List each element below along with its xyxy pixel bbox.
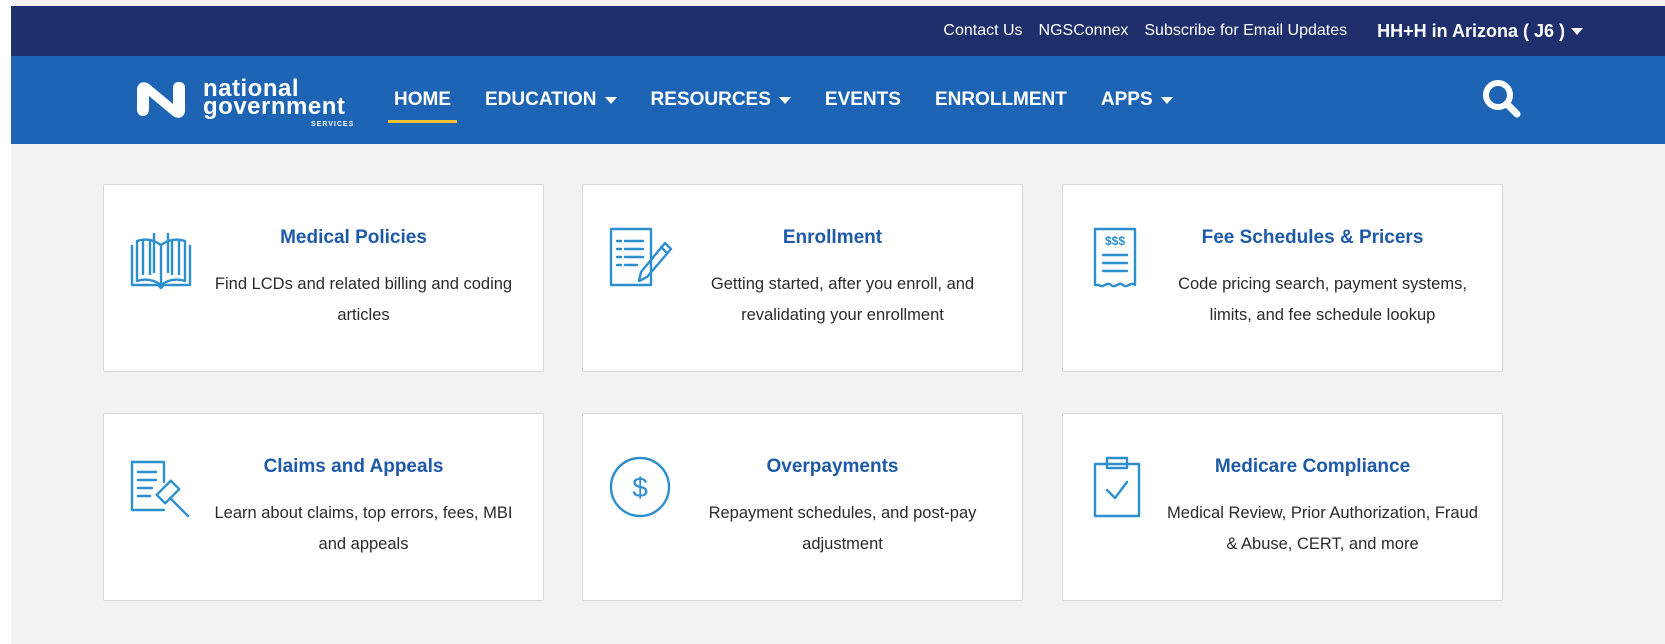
card-title: Overpayments [766, 456, 899, 477]
nav-home-label: HOME [394, 89, 451, 110]
card-description: Repayment schedules, and post-pay adjust… [708, 504, 977, 553]
nav-resources[interactable]: RESOURCES [651, 56, 791, 144]
card-description: Learn about claims, top errors, fees, MB… [214, 504, 513, 553]
subscribe-email-link[interactable]: Subscribe for Email Updates [1144, 22, 1347, 40]
search-button[interactable] [1479, 76, 1525, 122]
nav-apps[interactable]: APPS [1101, 56, 1173, 144]
gavel-document-icon [130, 460, 190, 518]
form-pencil-icon [609, 227, 673, 287]
card-fee-schedules[interactable]: $$$ Fee Schedules & Pricers Code pricing… [1062, 184, 1503, 372]
ngs-logo-mark-icon [137, 82, 185, 118]
logo-line-2: government [203, 93, 346, 120]
card-title: Claims and Appeals [263, 456, 444, 477]
card-claims-appeals[interactable]: Claims and Appeals Learn about claims, t… [103, 413, 544, 601]
chevron-down-icon [1571, 27, 1583, 35]
clipboard-check-icon [1093, 456, 1141, 518]
nav-enrollment[interactable]: ENROLLMENT [935, 56, 1067, 144]
ngs-logo[interactable]: national government SERVICES [133, 71, 373, 129]
card-description: Find LCDs and related billing and coding… [214, 275, 513, 324]
card-medicare-compliance[interactable]: Medicare Compliance Medical Review, Prio… [1062, 413, 1503, 601]
dollar-sign: $ [632, 472, 648, 503]
search-icon [1483, 80, 1521, 118]
card-description: Getting started, after you enroll, and r… [710, 275, 975, 324]
card-description: Medical Review, Prior Authorization, Fra… [1167, 504, 1478, 553]
nav-apps-label: APPS [1100, 89, 1153, 110]
card-overpayments[interactable]: $ Overpayments Repayment schedules, and … [582, 413, 1023, 601]
main-nav: national government SERVICES HOME EDUCAT… [11, 56, 1665, 144]
nav-education-label: EDUCATION [485, 89, 597, 110]
chevron-down-icon [1160, 96, 1173, 104]
nav-home[interactable]: HOME [388, 56, 457, 144]
book-icon [130, 233, 192, 290]
card-title: Enrollment [782, 227, 883, 248]
receipt-label: $$$ [1105, 234, 1125, 248]
region-label: HH+H in Arizona ( J6 ) [1377, 20, 1565, 41]
utility-links: Contact Us NGSConnex Subscribe for Email… [943, 6, 1583, 56]
nav-events-label: EVENTS [824, 89, 901, 110]
chevron-down-icon [604, 96, 617, 104]
card-title: Medical Policies [280, 227, 427, 248]
card-medical-policies[interactable]: Medical Policies Find LCDs and related b… [103, 184, 544, 372]
utility-bar: Contact Us NGSConnex Subscribe for Email… [11, 6, 1665, 56]
ngsconnex-link[interactable]: NGSConnex [1039, 22, 1129, 40]
nav-resources-label: RESOURCES [650, 89, 771, 110]
dollar-circle-icon: $ [609, 456, 671, 518]
page-left-edge [0, 0, 11, 644]
nav-education[interactable]: EDUCATION [485, 56, 617, 144]
card-description: Code pricing search, payment systems, li… [1178, 275, 1467, 324]
receipt-icon: $$$ [1093, 227, 1137, 288]
card-title: Fee Schedules & Pricers [1201, 227, 1424, 248]
logo-wordmark: national government SERVICES [203, 71, 373, 129]
nav-enrollment-label: ENROLLMENT [934, 89, 1067, 110]
region-selector[interactable]: HH+H in Arizona ( J6 ) [1377, 21, 1583, 42]
logo-line-3: SERVICES [311, 121, 355, 128]
chevron-down-icon [778, 96, 791, 104]
primary-menu: HOME EDUCATION RESOURCES EVENTS ENROLLME… [388, 56, 1207, 144]
card-title: Medicare Compliance [1214, 456, 1411, 477]
nav-events[interactable]: EVENTS [825, 56, 901, 144]
card-enrollment[interactable]: Enrollment Getting started, after you en… [582, 184, 1023, 372]
contact-us-link[interactable]: Contact Us [943, 22, 1022, 40]
